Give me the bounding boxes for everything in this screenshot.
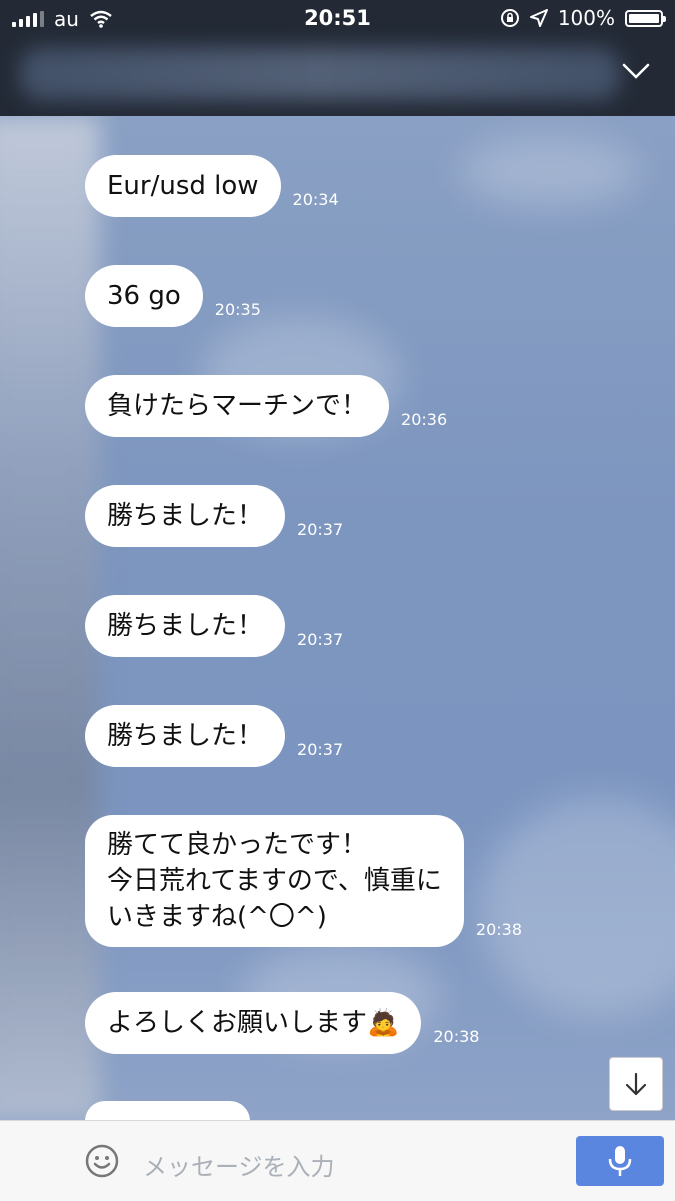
message-bubble[interactable]: 勝ちました！ <box>85 705 286 767</box>
battery-icon <box>625 9 666 27</box>
message-time: 20:36 <box>401 410 448 429</box>
message-input[interactable]: メッセージを入力 <box>143 1147 335 1182</box>
message-time: 20:37 <box>297 630 344 649</box>
lock-rotation-icon <box>500 9 519 27</box>
arrow-down-icon <box>625 1072 647 1096</box>
microphone-icon <box>608 1146 632 1176</box>
battery-fill <box>629 13 659 23</box>
voice-input-button[interactable] <box>576 1136 664 1186</box>
blurred-chat-title <box>20 48 620 100</box>
message-row-partial <box>85 1101 250 1120</box>
message-bubble[interactable]: 36 go <box>85 265 203 327</box>
message-row: よろしくお願いします🙇 20:38 <box>85 992 479 1054</box>
message-row: 勝ちました！ 20:37 <box>85 705 343 767</box>
message-time: 20:37 <box>297 520 344 539</box>
message-time: 20:38 <box>433 1027 480 1046</box>
message-bubble[interactable]: 勝ちました！ <box>85 595 286 657</box>
message-row: 勝ちました！ 20:37 <box>85 485 343 547</box>
chat-header <box>0 38 675 116</box>
chat-area[interactable]: Eur/usd low 20:34 36 go 20:35 負けたらマーチンで！… <box>0 116 675 1120</box>
message-time: 20:35 <box>214 300 261 319</box>
message-row: 勝てて良かったです！ 今日荒れてますので、慎重に いきますね(^〇^) 20:3… <box>85 815 522 947</box>
location-arrow-icon <box>529 9 548 27</box>
message-time: 20:34 <box>292 190 339 209</box>
message-row: 負けたらマーチンで！ 20:36 <box>85 375 447 437</box>
message-row: Eur/usd low 20:34 <box>85 155 339 217</box>
message-bubble[interactable]: 勝てて良かったです！ 今日荒れてますので、慎重に いきますね(^〇^) <box>85 815 464 947</box>
smiley-icon[interactable] <box>84 1143 120 1179</box>
status-right: 100% <box>500 6 666 30</box>
chevron-down-icon[interactable] <box>621 56 651 86</box>
message-bubble[interactable]: よろしくお願いします🙇 <box>85 992 422 1054</box>
message-bubble[interactable]: 勝ちました！ <box>85 485 286 547</box>
message-time: 20:37 <box>297 740 344 759</box>
message-bubble-partial[interactable] <box>85 1101 250 1120</box>
message-input-bar: メッセージを入力 <box>0 1120 675 1201</box>
message-bubble[interactable]: 負けたらマーチンで！ <box>85 375 390 437</box>
background-cloud <box>460 136 640 206</box>
message-row: 勝ちました！ 20:37 <box>85 595 343 657</box>
message-bubble[interactable]: Eur/usd low <box>85 155 281 217</box>
status-bar: au 20:51 100% <box>0 0 675 38</box>
scroll-to-bottom-button[interactable] <box>609 1057 663 1111</box>
message-time: 20:38 <box>475 920 522 939</box>
message-row: 36 go 20:35 <box>85 265 261 327</box>
battery-percent: 100% <box>557 6 615 30</box>
